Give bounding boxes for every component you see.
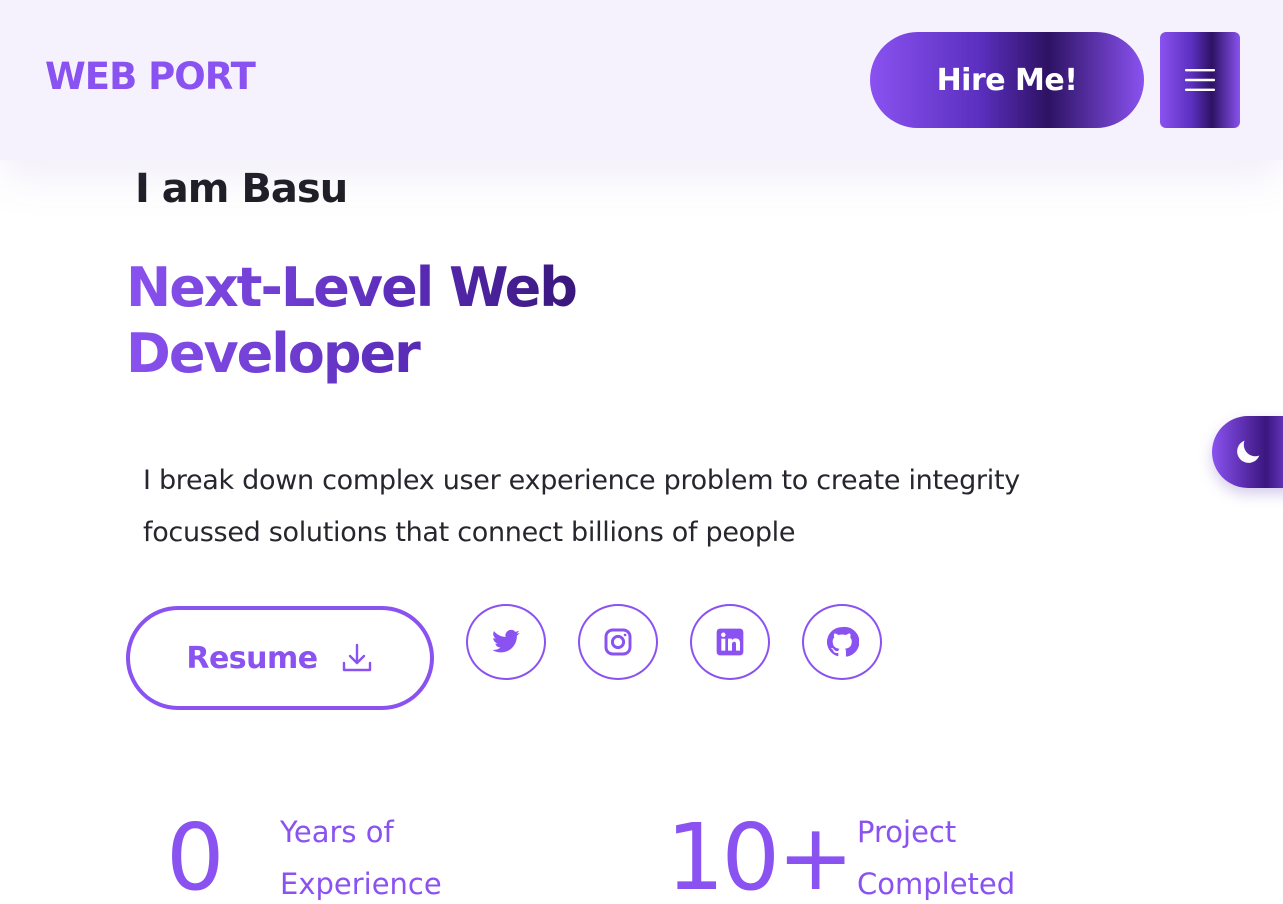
hire-me-button[interactable]: Hire Me! [870,32,1144,128]
resume-label: Resume [186,640,318,676]
headline-line-1: Next-Level Web [126,256,576,319]
projects-label-line-1: Project [857,815,957,849]
experience-label: Years of Experience [280,806,480,904]
site-logo[interactable]: WEB PORT [45,55,256,98]
twitter-link[interactable] [466,604,546,680]
twitter-icon [492,629,520,653]
intro-line-2: focussed solutions that connect billions… [143,517,796,548]
intro-text: I break down complex user experience pro… [143,455,1173,559]
download-icon [342,643,371,672]
experience-label-line-2: Experience [280,867,442,901]
page: WEB PORT Hire Me! I am Basu Next-Level W… [0,0,1283,904]
projects-label-line-2: Completed [857,867,1016,901]
moon-icon [1237,440,1260,463]
projects-label: Project Completed [857,806,1057,904]
greeting: I am Basu [135,166,348,212]
instagram-icon [604,628,632,656]
linkedin-link[interactable] [690,604,770,680]
intro-line-1: I break down complex user experience pro… [143,465,1020,496]
page-title: Next-Level Web Developer [126,255,686,387]
experience-label-line-1: Years of [280,815,394,849]
projects-count: 10+ [666,804,854,904]
github-link[interactable] [802,604,882,680]
resume-button[interactable]: Resume [126,606,434,710]
hamburger-menu-icon [1185,69,1215,91]
experience-count: 0 [166,804,225,904]
instagram-link[interactable] [578,604,658,680]
headline-line-2: Developer [126,322,419,385]
theme-toggle[interactable] [1212,416,1283,488]
linkedin-icon [716,628,744,656]
menu-button[interactable] [1160,32,1240,128]
site-header: WEB PORT Hire Me! [0,0,1283,160]
github-icon [826,626,859,657]
